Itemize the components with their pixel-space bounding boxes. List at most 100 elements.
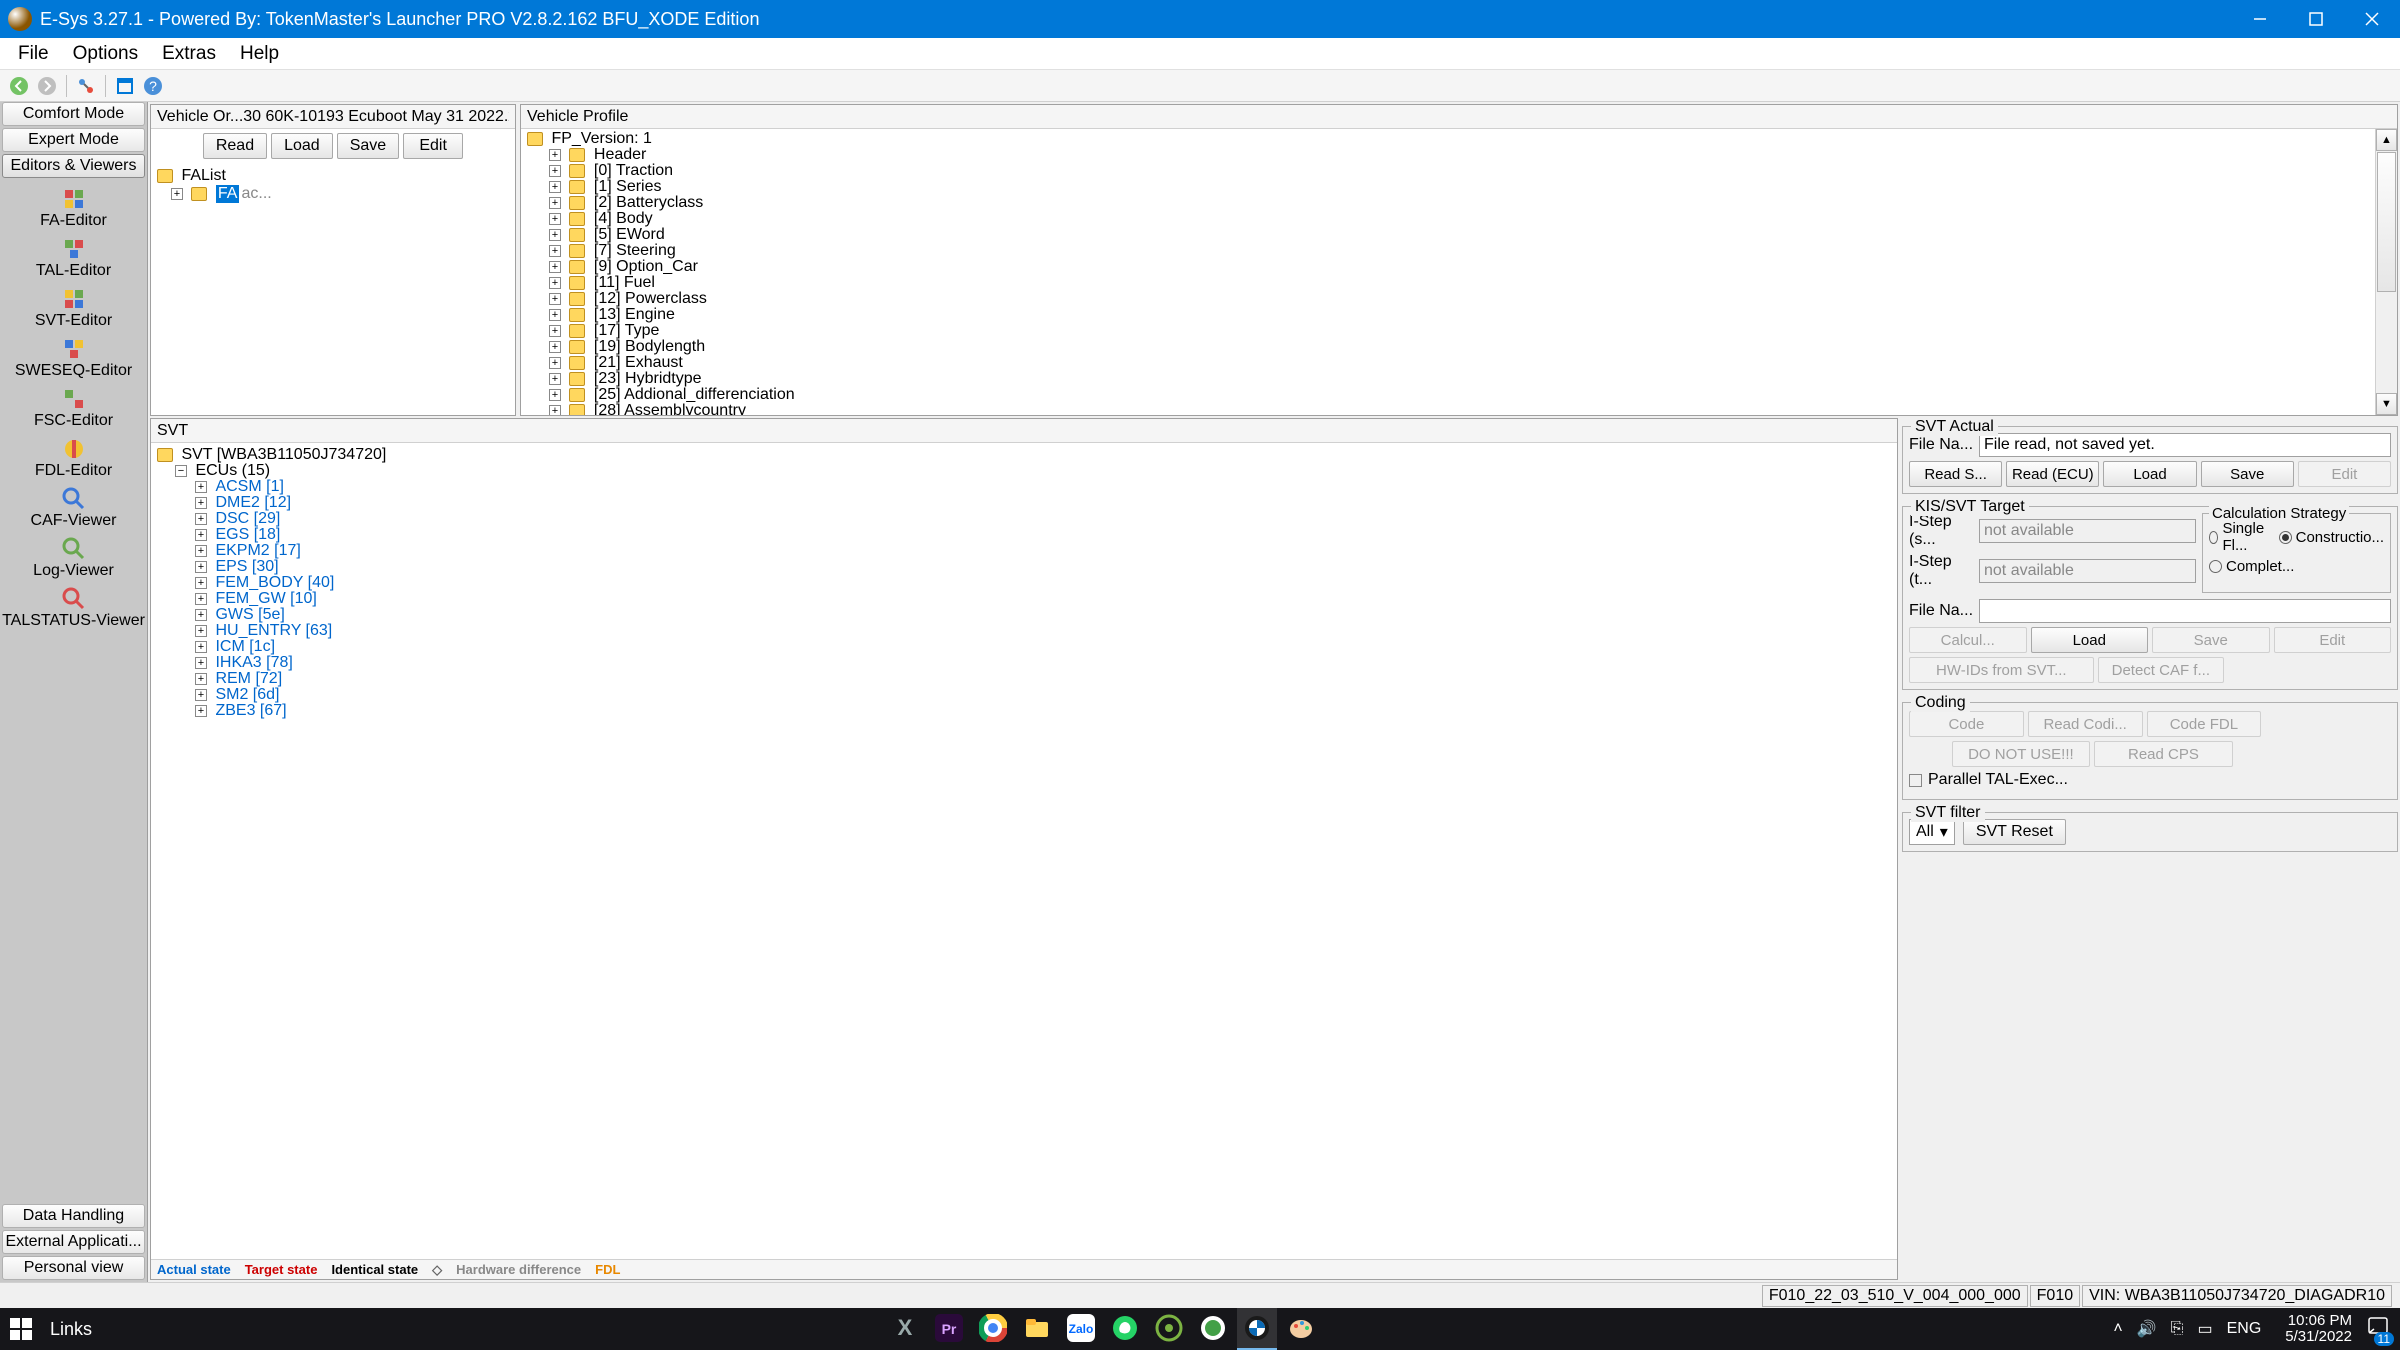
expand-icon[interactable]: + [549, 405, 561, 415]
expand-icon[interactable]: + [195, 513, 207, 525]
vp-item[interactable]: + [12] Powerclass [549, 291, 2391, 307]
vp-item[interactable]: + [21] Exhaust [549, 355, 2391, 371]
app-explorer-icon[interactable] [1017, 1308, 1057, 1350]
scroll-up-icon[interactable]: ▲ [2376, 129, 2397, 151]
expand-icon[interactable]: + [195, 593, 207, 605]
tab-expert-mode[interactable]: Expert Mode [2, 128, 145, 152]
svt-ecu-item[interactable]: + GWS [5e] [195, 607, 1891, 623]
svt-ecu-item[interactable]: + EGS [18] [195, 527, 1891, 543]
vp-item[interactable]: + [0] Traction [549, 163, 2391, 179]
vp-item[interactable]: + [7] Steering [549, 243, 2391, 259]
sidebar-item-sweseq-editor[interactable]: SWESEQ-Editor [0, 334, 147, 382]
svt-filter-select[interactable]: All▾ [1909, 819, 1955, 845]
maximize-button[interactable] [2288, 0, 2344, 38]
parallel-tal-checkbox[interactable] [1909, 774, 1922, 787]
expand-icon[interactable]: + [171, 188, 183, 200]
svt-ecu-item[interactable]: + FEM_BODY [40] [195, 575, 1891, 591]
radio-single-flash[interactable]: Single Fl... [2209, 520, 2271, 554]
expand-icon[interactable]: + [549, 213, 561, 225]
expand-icon[interactable]: + [549, 261, 561, 273]
vo-read-button[interactable]: Read [203, 133, 267, 159]
vp-item[interactable]: + [17] Type [549, 323, 2391, 339]
radio-construction[interactable]: Constructio... [2279, 520, 2384, 554]
svt-tree[interactable]: SVT [WBA3B11050J734720] − ECUs (15) + AC… [151, 443, 1897, 1259]
expand-icon[interactable]: + [195, 561, 207, 573]
vo-load-button[interactable]: Load [271, 133, 333, 159]
vehicle-order-tree[interactable]: FAList + FAac... [151, 163, 515, 415]
vp-item[interactable]: + [2] Batteryclass [549, 195, 2391, 211]
menu-file[interactable]: File [6, 43, 61, 65]
back-icon[interactable] [6, 73, 32, 99]
svt-ecu-item[interactable]: + IHKA3 [78] [195, 655, 1891, 671]
kis-load-button[interactable]: Load [2031, 627, 2149, 653]
sidebar-item-fa-editor[interactable]: FA-Editor [0, 184, 147, 232]
svt-ecu-item[interactable]: + FEM_GW [10] [195, 591, 1891, 607]
collapse-icon[interactable]: − [175, 465, 187, 477]
expand-icon[interactable]: + [549, 149, 561, 161]
expand-icon[interactable]: + [549, 357, 561, 369]
vp-item[interactable]: + [11] Fuel [549, 275, 2391, 291]
expand-icon[interactable]: + [195, 577, 207, 589]
tray-notifications-icon[interactable]: 11 [2366, 1315, 2390, 1344]
tray-expand-icon[interactable]: ˄ [2113, 1320, 2122, 1338]
app-premiere-icon[interactable]: Pr [929, 1308, 969, 1350]
svt-ecu-item[interactable]: + EPS [30] [195, 559, 1891, 575]
expand-icon[interactable]: + [549, 341, 561, 353]
svt-ecu-item[interactable]: + DSC [29] [195, 511, 1891, 527]
svt-actual-file-field[interactable] [1979, 433, 2391, 457]
expand-icon[interactable]: + [549, 277, 561, 289]
app-xtreme-icon[interactable]: X [885, 1308, 925, 1350]
vo-edit-button[interactable]: Edit [403, 133, 463, 159]
svt-reset-button[interactable]: SVT Reset [1963, 819, 2066, 845]
vehicle-profile-tree[interactable]: FP_Version: 1 + Header+ [0] Traction+ [1… [521, 129, 2397, 415]
tab-personal-view[interactable]: Personal view [2, 1256, 145, 1280]
radio-complete[interactable]: Complet... [2209, 558, 2384, 575]
expand-icon[interactable]: + [549, 245, 561, 257]
help-icon[interactable]: ? [140, 73, 166, 99]
app-zalo-icon[interactable]: Zalo [1061, 1308, 1101, 1350]
vp-item[interactable]: + [23] Hybridtype [549, 371, 2391, 387]
app-green1-icon[interactable] [1149, 1308, 1189, 1350]
sidebar-item-caf-viewer[interactable]: CAF-Viewer [0, 484, 147, 532]
vp-item[interactable]: + [25] Addional_differenciation [549, 387, 2391, 403]
svt-ecu-item[interactable]: + ZBE3 [67] [195, 703, 1891, 719]
expand-icon[interactable]: + [195, 673, 207, 685]
expand-icon[interactable]: + [549, 165, 561, 177]
menu-help[interactable]: Help [228, 43, 291, 65]
taskbar-links[interactable]: Links [50, 1319, 92, 1340]
tray-sound-icon[interactable]: 🔊 [2137, 1319, 2157, 1339]
expand-icon[interactable]: + [549, 325, 561, 337]
vp-item[interactable]: + [5] EWord [549, 227, 2391, 243]
fa-node-selected[interactable]: FA [216, 185, 240, 203]
connect-icon[interactable] [73, 73, 99, 99]
vo-save-button[interactable]: Save [337, 133, 399, 159]
vp-item[interactable]: + [19] Bodylength [549, 339, 2391, 355]
expand-icon[interactable]: + [195, 689, 207, 701]
expand-icon[interactable]: + [549, 181, 561, 193]
expand-icon[interactable]: + [549, 197, 561, 209]
scrollbar-vertical[interactable]: ▲ ▼ [2375, 129, 2397, 415]
svt-ecu-item[interactable]: + EKPM2 [17] [195, 543, 1891, 559]
tray-battery-icon[interactable]: ▭ [2197, 1319, 2212, 1339]
vp-item[interactable]: + [1] Series [549, 179, 2391, 195]
svt-ecu-item[interactable]: + SM2 [6d] [195, 687, 1891, 703]
tray-sync-icon[interactable]: ⎘ [2171, 1320, 2184, 1338]
app-paint-icon[interactable] [1281, 1308, 1321, 1350]
scroll-down-icon[interactable]: ▼ [2376, 393, 2397, 415]
expand-icon[interactable]: + [195, 529, 207, 541]
app-green2-icon[interactable] [1193, 1308, 1233, 1350]
svt-save-button[interactable]: Save [2201, 461, 2294, 487]
app-bmw-icon[interactable] [1237, 1308, 1277, 1350]
expand-icon[interactable]: + [549, 229, 561, 241]
sidebar-item-fsc-editor[interactable]: FSC-Editor [0, 384, 147, 432]
sidebar-item-tal-editor[interactable]: TAL-Editor [0, 234, 147, 282]
expand-icon[interactable]: + [195, 545, 207, 557]
tab-comfort-mode[interactable]: Comfort Mode [2, 102, 145, 126]
window-icon[interactable] [112, 73, 138, 99]
expand-icon[interactable]: + [195, 625, 207, 637]
sidebar-item-svt-editor[interactable]: SVT-Editor [0, 284, 147, 332]
svt-read-s-button[interactable]: Read S... [1909, 461, 2002, 487]
tab-external-applications[interactable]: External Applicati... [2, 1230, 145, 1254]
expand-icon[interactable]: + [195, 657, 207, 669]
tray-clock[interactable]: 10:06 PM 5/31/2022 [2285, 1313, 2352, 1345]
